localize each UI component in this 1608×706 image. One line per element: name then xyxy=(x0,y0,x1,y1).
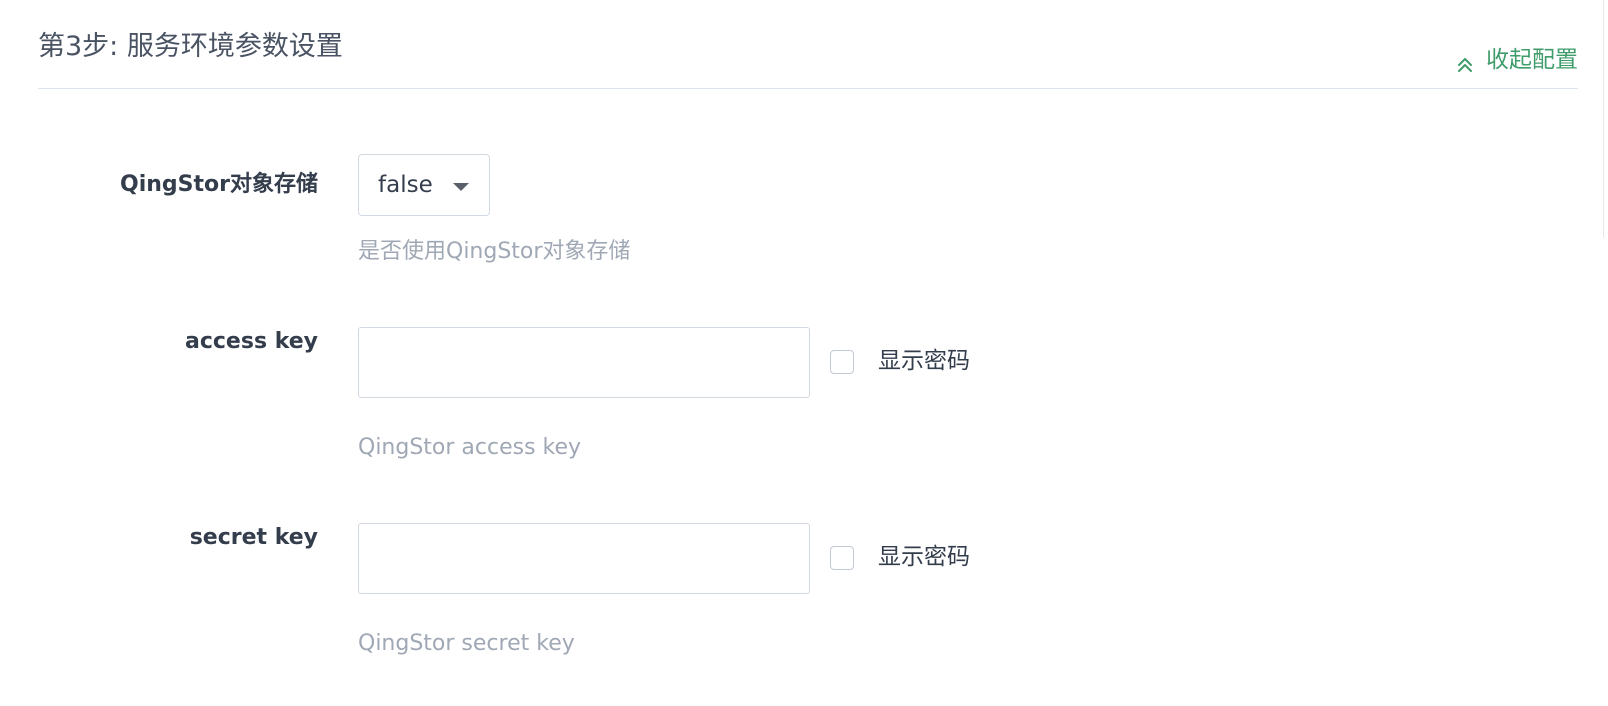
qingstor-select[interactable]: false xyxy=(358,154,490,216)
scrollbar[interactable] xyxy=(1603,0,1608,240)
section-header: 第3步: 服务环境参数设置 收起配置 xyxy=(38,0,1578,89)
access-key-input[interactable] xyxy=(358,327,810,398)
secret-key-label: secret key xyxy=(189,525,318,550)
access-key-hint: QingStor access key xyxy=(358,435,582,460)
qingstor-select-value: false xyxy=(378,172,433,198)
caret-down-icon xyxy=(453,183,469,191)
secret-key-show-password-label[interactable]: 显示密码 xyxy=(878,542,970,572)
qingstor-hint: 是否使用QingStor对象存储 xyxy=(358,239,631,264)
section-title: 第3步: 服务环境参数设置 xyxy=(38,31,343,62)
secret-key-input[interactable] xyxy=(358,523,810,594)
access-key-label: access key xyxy=(185,329,318,354)
secret-key-hint: QingStor secret key xyxy=(358,631,575,656)
access-key-show-password-checkbox[interactable] xyxy=(830,350,854,374)
double-chevron-up-icon xyxy=(1456,51,1474,72)
collapse-config-link[interactable]: 收起配置 xyxy=(1456,44,1578,76)
secret-key-show-password-checkbox[interactable] xyxy=(830,546,854,570)
qingstor-label: QingStor对象存储 xyxy=(120,172,318,197)
access-key-show-password-label[interactable]: 显示密码 xyxy=(878,346,970,376)
collapse-config-label: 收起配置 xyxy=(1486,47,1578,73)
service-env-settings-page: 第3步: 服务环境参数设置 收起配置 QingStor对象存储 false 是否… xyxy=(0,0,1608,706)
